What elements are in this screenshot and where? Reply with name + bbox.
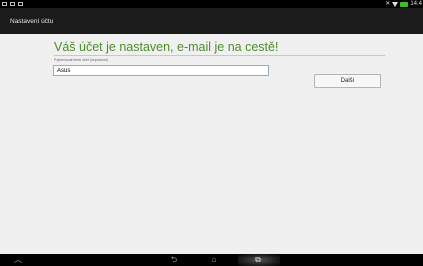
email-notification-icon xyxy=(10,2,15,6)
navigation-bar: ︿ ⮌ ⌂ ⧉ xyxy=(0,254,423,266)
headline-divider xyxy=(54,55,385,56)
chevron-up-icon[interactable]: ︿ xyxy=(10,254,26,266)
home-icon[interactable]: ⌂ xyxy=(206,254,222,266)
back-icon[interactable]: ⮌ xyxy=(166,254,182,266)
system-icons: ✕ 14:4 xyxy=(385,0,422,8)
wifi-icon xyxy=(392,1,399,7)
no-sim-icon: ✕ xyxy=(385,1,391,7)
next-button[interactable]: Další xyxy=(314,74,381,88)
status-time: 14:4 xyxy=(410,1,422,7)
notification-icon xyxy=(2,2,7,6)
notification-icons xyxy=(2,0,23,8)
battery-icon xyxy=(400,1,409,7)
action-bar: Nastavení účtu xyxy=(0,8,423,34)
calendar-notification-icon xyxy=(18,2,23,6)
recent-apps-icon[interactable]: ⧉ xyxy=(250,254,266,266)
account-setup-panel: Váš účet je nastaven, e-mail je na cestě… xyxy=(0,34,423,254)
account-name-input[interactable] xyxy=(53,65,269,76)
status-bar: ✕ 14:4 xyxy=(0,0,423,8)
account-name-label: Pojmenovat tento účet (nepovinné) xyxy=(54,58,109,62)
page-title: Nastavení účtu xyxy=(10,18,54,25)
setup-headline: Váš účet je nastaven, e-mail je na cestě… xyxy=(54,40,279,54)
